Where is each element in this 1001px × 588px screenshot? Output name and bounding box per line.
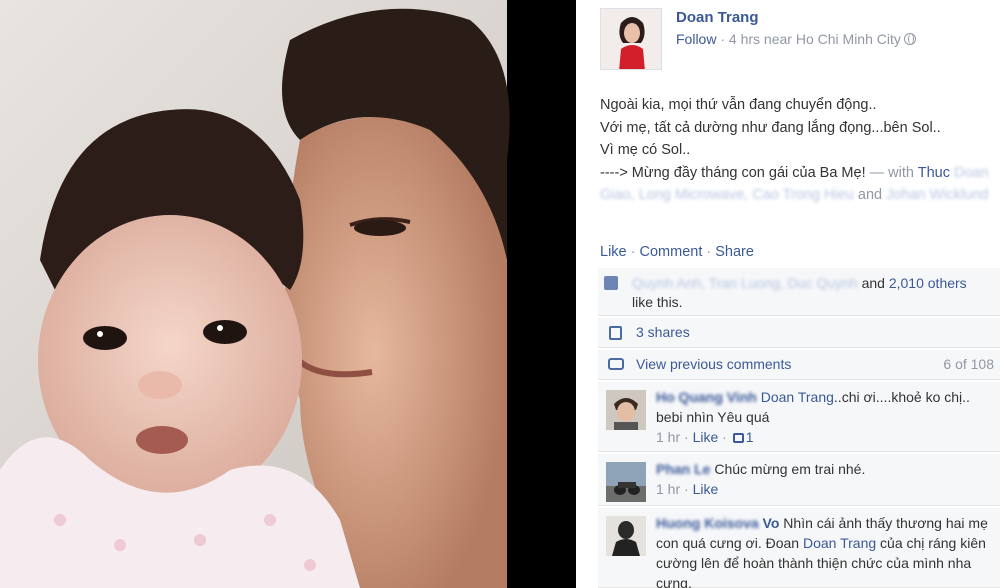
post-line: Vì mẹ có Sol.. (600, 142, 691, 158)
meta-separator: · (716, 31, 729, 47)
post-time-location[interactable]: 4 hrs near Ho Chi Minh City (729, 31, 901, 47)
comment-item: Ho Quang Vinh Doan Trang..chi ơi....khoẻ… (598, 382, 1000, 452)
post-sidebar: Doan Trang Follow · 4 hrs near Ho Chi Mi… (576, 0, 1001, 588)
shares-link[interactable]: 3 shares (636, 324, 690, 340)
commenter-name-visible[interactable]: Vo (759, 515, 780, 531)
comment-item: Phan Le Chúc mừng em trai nhé. 1 hr · Lik… (598, 454, 1000, 506)
post-photo[interactable] (0, 0, 576, 588)
post-line: Với mẹ, tất cả dường như đang lắng đọng.… (600, 119, 941, 136)
comment-like-link[interactable]: Like (693, 481, 719, 497)
commenter-name[interactable]: Ho Quang Vinh (656, 389, 757, 405)
follow-link[interactable]: Follow (676, 31, 716, 47)
post-header: Doan Trang Follow · 4 hrs near Ho Chi Mi… (600, 8, 990, 72)
previous-comments-row[interactable]: View previous comments 6 of 108 (598, 350, 1000, 380)
post-meta: Follow · 4 hrs near Ho Chi Minh City (676, 31, 916, 47)
comment-mention[interactable]: Doan Trang (761, 389, 834, 405)
likers-blurred[interactable]: Quynh Anh, Tran Luong, Duc Quynh (632, 275, 858, 291)
comment-link[interactable]: Comment (640, 244, 703, 260)
comment-time[interactable]: 1 hr (656, 481, 680, 497)
post-line-with-tags: ----> Mừng đầy tháng con gái của Ba Mẹ! … (600, 164, 989, 204)
globe-icon[interactable] (903, 33, 916, 45)
comment-time[interactable]: 1 hr (656, 429, 680, 445)
commenter-name[interactable]: Phan Le (656, 461, 710, 477)
like-count-icon (732, 433, 744, 443)
comment-like-link[interactable]: Like (693, 429, 719, 445)
commenter-name[interactable]: Huong Koisova (656, 515, 759, 531)
shares-row[interactable]: 3 shares (598, 318, 1000, 348)
comment-mention[interactable]: Doan Trang (803, 535, 876, 551)
likers-others-link[interactable]: 2,010 others (889, 275, 967, 291)
commenter-avatar[interactable] (606, 390, 646, 430)
comment-bubble-icon (608, 358, 624, 370)
tagged-friend-blurred[interactable]: Johan Wicklund (886, 187, 988, 203)
comment-count: 6 of 108 (943, 356, 994, 372)
tagged-friend[interactable]: Thuc (918, 165, 950, 181)
photo-image (0, 0, 576, 588)
like-link[interactable]: Like (600, 244, 627, 260)
author-avatar[interactable] (600, 8, 662, 70)
view-previous-comments-link[interactable]: View previous comments (636, 356, 791, 372)
share-link[interactable]: Share (715, 244, 754, 260)
author-name[interactable]: Doan Trang (676, 9, 759, 26)
comment-like-count[interactable]: 1 (746, 429, 754, 445)
post-line: Ngoài kia, mọi thứ vẫn đang chuyển động.… (600, 97, 877, 113)
commenter-avatar[interactable] (606, 516, 646, 556)
comment-text: Chúc mừng em trai nhé. (714, 461, 866, 477)
thumbs-up-icon (604, 276, 618, 290)
likes-suffix: like this. (632, 294, 683, 310)
share-icon (609, 326, 622, 340)
commenter-avatar[interactable] (606, 462, 646, 502)
comment-item: Huong Koisova Vo Nhìn cái ảnh thấy thươn… (598, 508, 1000, 588)
likes-summary: Quynh Anh, Tran Luong, Duc Quynh and 2,0… (598, 268, 1000, 316)
post-actions: Like · Comment · Share (600, 244, 754, 260)
post-message: Ngoài kia, mọi thứ vẫn đang chuyển động.… (600, 94, 992, 207)
